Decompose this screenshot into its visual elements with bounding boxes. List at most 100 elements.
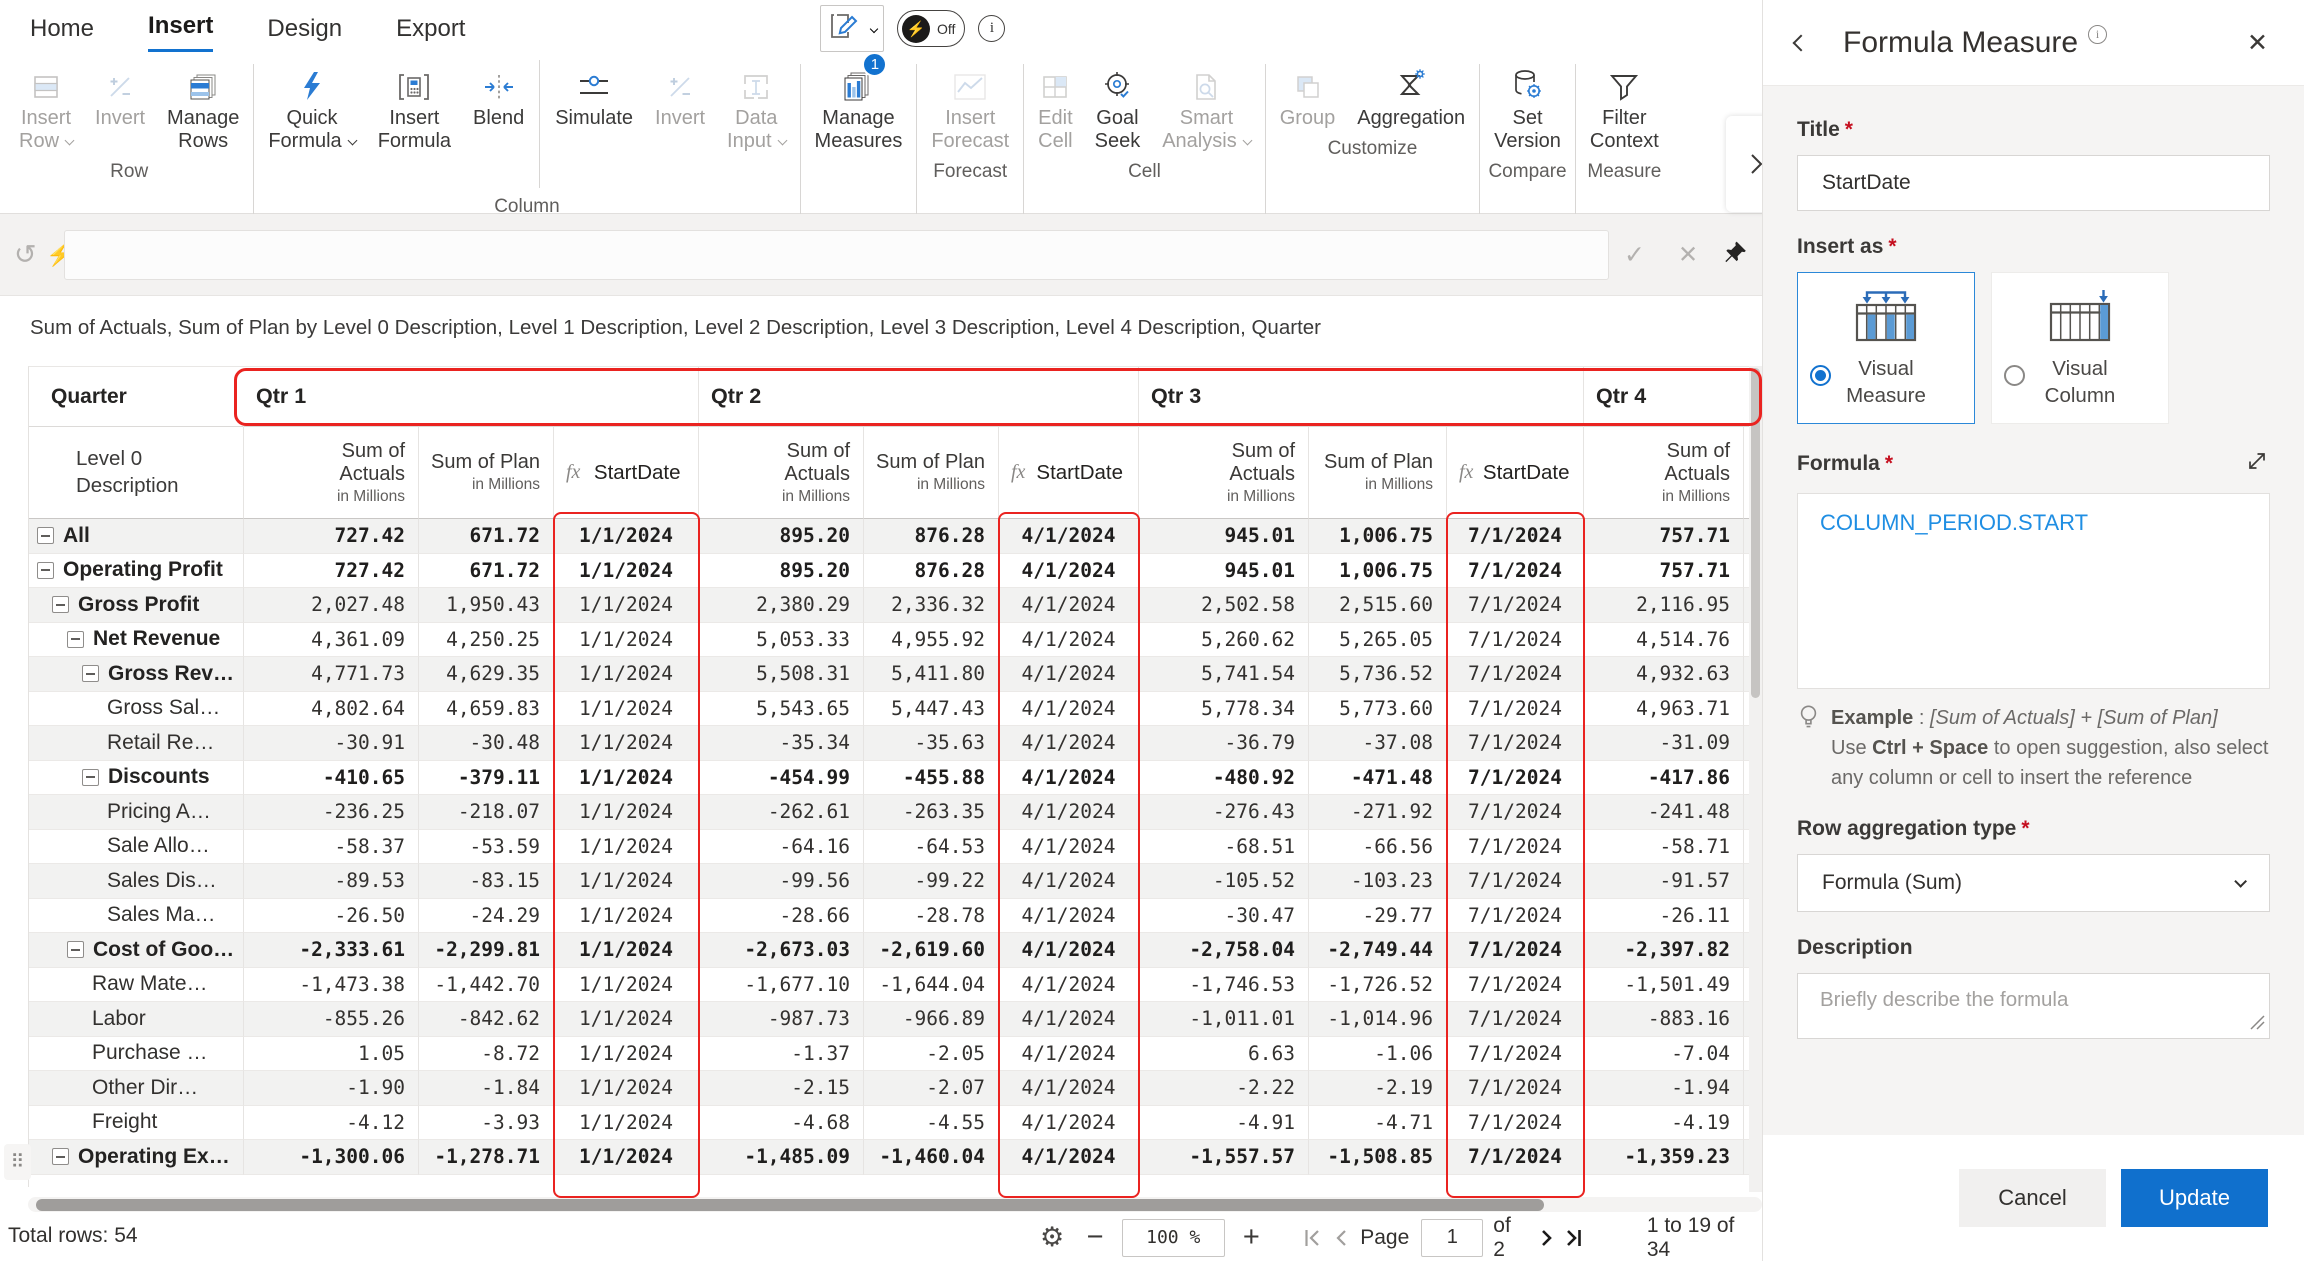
ribbon-button-insert-forecast[interactable]: Insert Forecast (920, 58, 1020, 153)
value-cell[interactable]: -4.55 (864, 1106, 999, 1141)
row-header-cell[interactable]: Labor (29, 1002, 244, 1037)
value-cell[interactable]: -30.91 (244, 726, 419, 761)
column-header-startdate-q1[interactable]: fxStartDate (554, 427, 699, 519)
tab-insert[interactable]: Insert (148, 12, 213, 52)
value-cell[interactable]: -2.05 (864, 1037, 999, 1072)
startdate-cell[interactable]: 1/1/2024 (554, 657, 699, 692)
value-cell[interactable]: -2.22 (1139, 1071, 1309, 1106)
value-cell[interactable]: -2,299.81 (419, 933, 554, 968)
value-cell[interactable]: -1,746.53 (1139, 968, 1309, 1003)
startdate-cell[interactable]: 4/1/2024 (999, 899, 1139, 934)
value-cell[interactable]: -1,644.04 (864, 968, 999, 1003)
ribbon-button-filter-context[interactable]: Filter Context (1579, 58, 1670, 153)
value-cell[interactable]: -7.04 (1584, 1037, 1744, 1072)
edit-mode-button[interactable] (820, 5, 884, 52)
value-cell[interactable]: 4,361.09 (244, 623, 419, 658)
value-cell[interactable]: 876.28 (864, 519, 999, 554)
startdate-cell[interactable]: 7/1/2024 (1447, 761, 1584, 796)
row-header-cell[interactable]: Other Dir… (29, 1071, 244, 1106)
startdate-cell[interactable]: 4/1/2024 (999, 1106, 1139, 1141)
row-header-cell[interactable]: Raw Mate… (29, 968, 244, 1003)
value-cell[interactable]: 4,250.25 (419, 623, 554, 658)
row-header-cell[interactable]: Operating Ex… (29, 1140, 244, 1175)
value-cell[interactable]: -417.86 (1584, 761, 1744, 796)
value-cell[interactable]: -30.47 (1139, 899, 1309, 934)
column-header-level0[interactable]: Level 0 Description (29, 427, 244, 519)
formula-input[interactable] (64, 230, 1609, 280)
close-icon[interactable]: ✕ (2247, 28, 2268, 58)
row-header-cell[interactable]: Discounts (29, 761, 244, 796)
value-cell[interactable]: -1,460.04 (864, 1140, 999, 1175)
value-cell[interactable]: -103.23 (1309, 864, 1447, 899)
value-cell[interactable]: -64.53 (864, 830, 999, 865)
value-cell[interactable]: 876.28 (864, 554, 999, 589)
column-header-startdate-q2[interactable]: fxStartDate (999, 427, 1139, 519)
startdate-cell[interactable]: 7/1/2024 (1447, 726, 1584, 761)
row-header-cell[interactable]: Cost of Goo… (29, 933, 244, 968)
value-cell[interactable]: -35.34 (699, 726, 864, 761)
collapse-icon[interactable] (52, 1148, 69, 1165)
value-cell[interactable]: -1,278.71 (419, 1140, 554, 1175)
live-toggle[interactable]: ⚡ Off (897, 10, 965, 47)
row-header-cell[interactable]: Pricing A… (29, 795, 244, 830)
undo-icon[interactable]: ↺ (14, 239, 37, 270)
previous-page-icon[interactable] (1335, 1228, 1347, 1248)
value-cell[interactable]: -4.19 (1584, 1106, 1744, 1141)
collapse-icon[interactable] (52, 596, 69, 613)
collapse-icon[interactable] (82, 769, 99, 786)
value-cell[interactable]: -1,473.38 (244, 968, 419, 1003)
value-cell[interactable]: 1.05 (244, 1037, 419, 1072)
startdate-cell[interactable]: 4/1/2024 (999, 1071, 1139, 1106)
value-cell[interactable]: -4.12 (244, 1106, 419, 1141)
value-cell[interactable]: 4,771.73 (244, 657, 419, 692)
value-cell[interactable]: 5,508.31 (699, 657, 864, 692)
ribbon-button-blend[interactable]: Blend (462, 58, 535, 130)
startdate-cell[interactable]: 7/1/2024 (1447, 1140, 1584, 1175)
value-cell[interactable]: 727.42 (244, 519, 419, 554)
value-cell[interactable]: -471.48 (1309, 761, 1447, 796)
zoom-in-button[interactable]: + (1241, 1221, 1263, 1254)
column-header-actuals-q1[interactable]: Sum of Actualsin Millions (244, 427, 419, 519)
startdate-cell[interactable]: 4/1/2024 (999, 830, 1139, 865)
startdate-cell[interactable]: 7/1/2024 (1447, 1071, 1584, 1106)
value-cell[interactable]: 4,802.64 (244, 692, 419, 727)
update-button[interactable]: Update (2121, 1169, 2268, 1227)
pin-icon[interactable] (1722, 239, 1748, 270)
zoom-level[interactable]: 100 % (1122, 1219, 1225, 1257)
value-cell[interactable]: -4.91 (1139, 1106, 1309, 1141)
row-header-cell[interactable]: Gross Profit (29, 588, 244, 623)
value-cell[interactable]: -1.84 (419, 1071, 554, 1106)
startdate-cell[interactable]: 7/1/2024 (1447, 657, 1584, 692)
value-cell[interactable]: -2,758.04 (1139, 933, 1309, 968)
value-cell[interactable]: 2,116.95 (1584, 588, 1744, 623)
startdate-cell[interactable]: 4/1/2024 (999, 726, 1139, 761)
quarter-header-qtr-3[interactable]: Qtr 3 (1139, 367, 1584, 427)
quarter-header-qtr-2[interactable]: Qtr 2 (699, 367, 1139, 427)
row-header-cell[interactable]: Sale Allo… (29, 830, 244, 865)
startdate-cell[interactable]: 4/1/2024 (999, 1037, 1139, 1072)
value-cell[interactable]: 5,736.52 (1309, 657, 1447, 692)
value-cell[interactable]: -99.22 (864, 864, 999, 899)
value-cell[interactable]: -1,300.06 (244, 1140, 419, 1175)
value-cell[interactable]: -26.11 (1584, 899, 1744, 934)
expand-icon[interactable] (2244, 448, 2270, 480)
value-cell[interactable]: 2,515.60 (1309, 588, 1447, 623)
value-cell[interactable]: 757.71 (1584, 554, 1744, 589)
value-cell[interactable]: -1,442.70 (419, 968, 554, 1003)
value-cell[interactable]: -66.56 (1309, 830, 1447, 865)
value-cell[interactable]: -987.73 (699, 1002, 864, 1037)
startdate-cell[interactable]: 4/1/2024 (999, 864, 1139, 899)
quarter-header-qtr-4[interactable]: Qtr 4 (1584, 367, 1762, 427)
value-cell[interactable]: 2,336.32 (864, 588, 999, 623)
ribbon-button-quick-formula[interactable]: Quick Formula (257, 58, 366, 153)
value-cell[interactable]: -99.56 (699, 864, 864, 899)
value-cell[interactable]: 2,027.48 (244, 588, 419, 623)
startdate-cell[interactable]: 7/1/2024 (1447, 899, 1584, 934)
value-cell[interactable]: 4,629.35 (419, 657, 554, 692)
panel-info-icon[interactable]: i (2088, 25, 2107, 44)
startdate-cell[interactable]: 4/1/2024 (999, 588, 1139, 623)
value-cell[interactable]: -1,011.01 (1139, 1002, 1309, 1037)
value-cell[interactable]: 945.01 (1139, 554, 1309, 589)
startdate-cell[interactable]: 1/1/2024 (554, 692, 699, 727)
value-cell[interactable]: -53.59 (419, 830, 554, 865)
